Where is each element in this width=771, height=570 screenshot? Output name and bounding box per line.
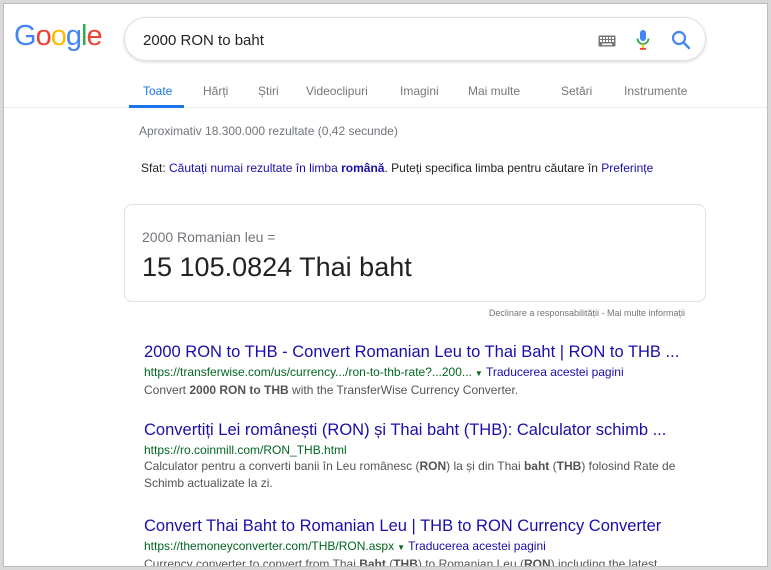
logo-letter: e [86,20,102,52]
search-result: 2000 RON to THB - Convert Romanian Leu t… [144,342,704,399]
caret-down-icon[interactable]: ▼ [475,369,483,378]
tab-harti[interactable]: Hărți [203,84,228,98]
preferences-link[interactable]: Preferințe [601,161,653,175]
google-logo[interactable]: Google [14,20,103,53]
logo-letter: G [14,20,37,52]
snippet-keyword: RON [523,557,551,567]
translate-link[interactable]: Traducerea acestei pagini [486,365,624,379]
snippet-text: ( [549,459,557,473]
tab-setari[interactable]: Setări [561,84,592,98]
snippet-text: Currency converter to convert from Thai [144,557,360,567]
result-url: https://transferwise.com/us/currency.../… [144,364,704,382]
snippet-text: ) la și din Thai [446,459,524,473]
result-title-link[interactable]: Convert Thai Baht to Romanian Leu | THB … [144,516,704,536]
tab-stiri[interactable]: Știri [258,84,279,98]
disclaimer: Declinare a responsabilității - Mai mult… [489,308,685,318]
translate-link[interactable]: Traducerea acestei pagini [408,539,546,553]
result-url: https://themoneyconverter.com/THB/RON.as… [144,538,704,556]
language-tip: Sfat: Căutați numai rezultate în limba r… [141,161,653,175]
language-filter-link-bold: română [341,161,385,175]
converter-result[interactable]: 15 105.0824 Thai baht [142,252,412,283]
search-result: Convert Thai Baht to Romanian Leu | THB … [144,516,704,567]
tab-instrumente[interactable]: Instrumente [624,84,687,98]
result-url-text: https://themoneyconverter.com/THB/RON.as… [144,539,395,553]
logo-letter: g [65,20,82,52]
search-tabs: Toate Hărți Știri Videoclipuri Imagini M… [4,78,767,108]
tip-prefix: Sfat: [141,161,170,175]
search-result: Convertiți Lei românești (RON) și Thai b… [144,420,704,492]
snippet-text: Calculator pentru a converti banii în Le… [144,459,420,473]
result-snippet: Calculator pentru a converti banii în Le… [144,458,704,492]
snippet-text: with the TransferWise Currency Converter… [288,383,519,397]
result-stats: Aproximativ 18.300.000 rezultate (0,42 s… [139,124,398,138]
snippet-keyword: THB [393,557,418,567]
snippet-keyword: Baht [359,557,386,567]
logo-letter: o [50,20,67,52]
caret-down-icon[interactable]: ▼ [397,543,405,552]
snippet-text: Convert [144,383,190,397]
result-title-link[interactable]: 2000 RON to THB - Convert Romanian Leu t… [144,342,704,362]
more-info-link[interactable]: Mai multe informații [607,308,685,318]
result-snippet: Convert 2000 RON to THB with the Transfe… [144,382,704,399]
snippet-keyword: 2000 RON to THB [189,383,289,397]
snippet-text: ) including the latest [550,557,658,567]
language-filter-link[interactable]: Căutați numai rezultate în limba română [169,161,384,175]
result-snippet: Currency converter to convert from Thai … [144,556,704,567]
result-url: https://ro.coinmill.com/RON_THB.html [144,442,704,458]
search-box[interactable] [124,17,706,61]
disclaimer-link[interactable]: Declinare a responsabilității [489,308,599,318]
tab-imagini[interactable]: Imagini [400,84,439,98]
result-title-link[interactable]: Convertiți Lei românești (RON) și Thai b… [144,420,704,440]
tab-toate[interactable]: Toate [143,84,172,98]
search-icon[interactable] [671,30,691,50]
result-url-text: https://transferwise.com/us/currency.../… [144,365,472,379]
mic-icon[interactable] [636,29,650,51]
browser-frame: Google Toate Hărți Știri Videoclipuri Im… [3,3,768,567]
converter-from-amount[interactable]: 2000 Romanian leu = [142,229,276,245]
tab-videoclipuri[interactable]: Videoclipuri [306,84,368,98]
active-tab-indicator [129,105,184,108]
snippet-keyword: baht [523,459,550,473]
snippet-keyword: RON [419,459,447,473]
search-input[interactable] [143,29,583,51]
logo-letter: o [35,20,52,52]
tab-mai-multe[interactable]: Mai multe [468,84,520,98]
snippet-text: ) to Romanian Leu ( [417,557,524,567]
result-url-text: https://ro.coinmill.com/RON_THB.html [144,443,347,457]
tip-middle: . Puteți specifica limba pentru căutare … [384,161,602,175]
snippet-keyword: THB [556,459,582,473]
disclaimer-separator: - [598,308,607,318]
keyboard-icon[interactable] [598,35,616,47]
currency-converter-card: 2000 Romanian leu = 15 105.0824 Thai bah… [124,204,706,302]
language-filter-link-text: Căutați numai rezultate în limba [169,161,342,175]
